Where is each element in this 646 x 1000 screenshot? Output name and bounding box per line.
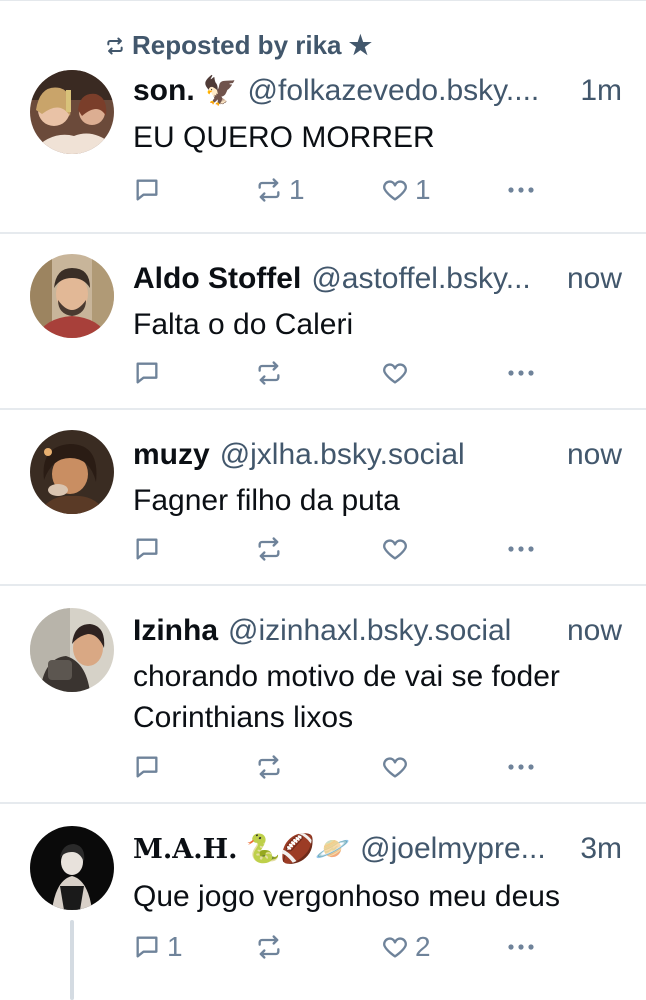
- post-header: Izinha @izinhaxl.bsky.social now: [133, 614, 622, 648]
- thread-line: [70, 920, 74, 1000]
- heart-icon: [383, 937, 407, 958]
- author-handle[interactable]: @joelmypre...: [360, 832, 570, 866]
- more-icon: [508, 764, 534, 770]
- post-time[interactable]: 1m: [580, 74, 622, 108]
- reply-button[interactable]: [133, 532, 167, 566]
- post-header: M.A.H. 🐍🏈🪐 @joelmypre... 3m: [133, 832, 622, 866]
- post-header: Aldo Stoffel @astoffel.bsky... now: [133, 262, 622, 296]
- heart-icon: [383, 180, 407, 201]
- reply-button[interactable]: [133, 356, 167, 390]
- like-button[interactable]: 1: [381, 173, 431, 207]
- heart-icon: [383, 539, 407, 560]
- like-count: 1: [415, 174, 431, 205]
- author-handle[interactable]: @izinhaxl.bsky.social: [228, 614, 557, 648]
- author-emoji: 🐍🏈🪐: [245, 833, 351, 864]
- more-icon: [508, 187, 534, 193]
- author-handle[interactable]: @astoffel.bsky...: [311, 262, 557, 296]
- post[interactable]: Aldo Stoffel @astoffel.bsky... now Falta…: [0, 232, 646, 410]
- reply-icon: [136, 936, 158, 958]
- reply-icon: [136, 538, 158, 560]
- like-button[interactable]: [381, 532, 415, 566]
- like-button[interactable]: 2: [381, 930, 431, 964]
- post-time[interactable]: now: [567, 262, 622, 296]
- avatar[interactable]: [30, 254, 114, 338]
- repost-icon: [258, 361, 280, 385]
- post[interactable]: M.A.H. 🐍🏈🪐 @joelmypre... 3m Que jogo ver…: [0, 802, 646, 1000]
- avatar[interactable]: [30, 826, 114, 910]
- post-actions: [133, 750, 633, 784]
- author-name[interactable]: Aldo Stoffel: [133, 262, 301, 296]
- avatar[interactable]: [30, 70, 114, 154]
- more-button[interactable]: [505, 532, 537, 566]
- post-actions: [133, 532, 633, 566]
- repost-icon: [258, 755, 280, 779]
- post-text: Que jogo vergonhoso meu deus: [133, 880, 560, 913]
- author-name[interactable]: Izinha: [133, 614, 218, 648]
- repost-icon: [258, 935, 280, 959]
- author-emoji: 🦅: [202, 75, 238, 106]
- post[interactable]: son. 🦅 @folkazevedo.bsky.... 1m EU QUERO…: [0, 0, 646, 234]
- post-text: Falta o do Caleri: [133, 308, 354, 341]
- like-button[interactable]: [381, 356, 415, 390]
- author-handle[interactable]: @folkazevedo.bsky....: [248, 74, 571, 108]
- heart-icon: [383, 363, 407, 384]
- reply-icon: [136, 179, 158, 201]
- more-icon: [508, 944, 534, 950]
- post-text: Fagner filho da puta: [133, 484, 400, 517]
- avatar[interactable]: [30, 430, 114, 514]
- post-header: son. 🦅 @folkazevedo.bsky.... 1m: [133, 74, 622, 108]
- more-button[interactable]: [505, 930, 537, 964]
- author-name[interactable]: M.A.H.: [133, 834, 238, 865]
- repost-icon: [258, 537, 280, 561]
- like-count: 2: [415, 931, 431, 962]
- repost-button[interactable]: [255, 532, 289, 566]
- post-actions: [133, 356, 633, 390]
- reply-icon: [136, 756, 158, 778]
- reply-icon: [136, 362, 158, 384]
- post-time[interactable]: now: [567, 614, 622, 648]
- heart-icon: [383, 757, 407, 778]
- post-header: muzy @jxlha.bsky.social now: [133, 438, 622, 472]
- avatar[interactable]: [30, 608, 114, 692]
- more-button[interactable]: [505, 750, 537, 784]
- reply-button[interactable]: [133, 750, 167, 784]
- post-actions: 1 2: [133, 930, 633, 964]
- more-icon: [508, 370, 534, 376]
- post-text: EU QUERO MORRER: [133, 121, 435, 154]
- repost-button[interactable]: 1: [255, 173, 305, 207]
- post[interactable]: muzy @jxlha.bsky.social now Fagner filho…: [0, 408, 646, 586]
- reply-button[interactable]: 1: [133, 930, 183, 964]
- post-actions: 1 1: [133, 173, 633, 207]
- more-button[interactable]: [505, 356, 537, 390]
- reply-button[interactable]: [133, 173, 167, 207]
- post-text: chorando motivo de vai se foder Corinthi…: [133, 660, 560, 734]
- repost-button[interactable]: [255, 356, 289, 390]
- repost-button[interactable]: [255, 930, 289, 964]
- more-icon: [508, 546, 534, 552]
- post[interactable]: Izinha @izinhaxl.bsky.social now chorand…: [0, 584, 646, 804]
- repost-button[interactable]: [255, 750, 289, 784]
- author-name[interactable]: muzy: [133, 438, 210, 472]
- more-button[interactable]: [505, 173, 537, 207]
- reply-count: 1: [167, 931, 183, 962]
- post-time[interactable]: 3m: [580, 832, 622, 866]
- repost-icon: [258, 178, 280, 202]
- author-name[interactable]: son.: [133, 74, 195, 108]
- repost-count: 1: [289, 174, 305, 205]
- like-button[interactable]: [381, 750, 415, 784]
- author-handle[interactable]: @jxlha.bsky.social: [220, 438, 557, 472]
- post-time[interactable]: now: [567, 438, 622, 472]
